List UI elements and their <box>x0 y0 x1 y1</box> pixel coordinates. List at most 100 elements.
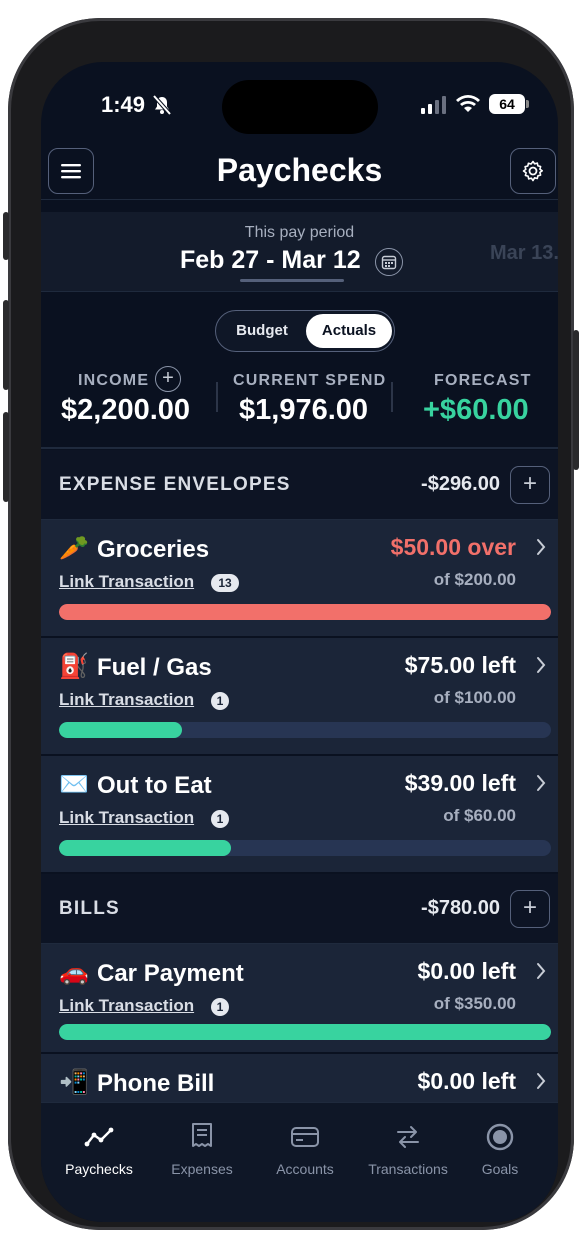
progress-fill <box>59 722 182 738</box>
chevron-right-icon <box>537 657 546 673</box>
current-spend-value: $1,976.00 <box>239 394 369 426</box>
progress-bar <box>59 722 551 738</box>
bill-budget: of $350.00 <box>433 994 516 1013</box>
period-label: This pay period <box>244 224 355 241</box>
volume-down-button <box>3 412 9 502</box>
wifi-icon <box>455 94 481 119</box>
link-transaction-button[interactable]: Link Transaction <box>59 996 194 1016</box>
dynamic-island <box>222 80 378 134</box>
tab-label: Transactions <box>368 1161 448 1177</box>
tab-bar: Paychecks Expenses Accounts Transactions <box>41 1102 558 1222</box>
tab-goals[interactable]: Goals <box>450 1117 550 1177</box>
progress-bar <box>59 1024 551 1040</box>
toggle-budget[interactable]: Budget <box>219 314 305 348</box>
receipt-icon <box>152 1117 252 1157</box>
tab-label: Accounts <box>276 1161 334 1177</box>
chevron-right-icon <box>537 775 546 791</box>
bell-muted-icon <box>151 94 173 121</box>
period-indicator <box>240 279 344 282</box>
add-income-button[interactable]: + <box>155 366 181 392</box>
current-spend-label: CURRENT SPEND <box>233 372 387 389</box>
toggle-actuals[interactable]: Actuals <box>306 314 392 348</box>
carrot-icon: 🥕 <box>59 535 89 562</box>
bill-status: $0.00 left <box>417 958 516 984</box>
cellular-signal-icon <box>421 96 447 119</box>
target-icon <box>450 1117 550 1157</box>
app-screen: 1:49 64 Paychecks This pay period Feb 27… <box>41 62 558 1222</box>
envelope-status: $50.00 over <box>390 534 516 560</box>
add-bill-button[interactable]: + <box>510 890 550 928</box>
tab-transactions[interactable]: Transactions <box>358 1117 458 1177</box>
view-toggle: Budget Actuals <box>215 310 395 352</box>
add-envelope-button[interactable]: + <box>510 466 550 504</box>
envelope-name: Fuel / Gas <box>97 654 212 681</box>
link-transaction-button[interactable]: Link Transaction <box>59 690 194 710</box>
divider <box>216 382 218 412</box>
chevron-right-icon <box>537 539 546 555</box>
bills-header: BILLS -$780.00 + <box>41 874 558 944</box>
transaction-count-badge: 1 <box>211 810 229 828</box>
section-total: -$296.00 <box>421 473 500 495</box>
transaction-count-badge: 1 <box>211 998 229 1016</box>
envelope-row-out-to-eat[interactable]: ✉️ Out to Eat $39.00 left Link Transacti… <box>41 756 558 874</box>
calendar-icon[interactable] <box>375 248 403 276</box>
envelope-row-groceries[interactable]: 🥕 Groceries $50.00 over Link Transaction… <box>41 520 558 638</box>
car-icon: 🚗 <box>59 959 89 986</box>
expense-envelopes-header: EXPENSE ENVELOPES -$296.00 + <box>41 450 558 520</box>
bill-row-car-payment[interactable]: 🚗 Car Payment $0.00 left Link Transactio… <box>41 944 558 1054</box>
volume-up-button <box>3 300 9 390</box>
tab-label: Goals <box>481 1161 519 1177</box>
bill-row-phone-bill[interactable]: 📲 Phone Bill $0.00 left <box>41 1054 558 1102</box>
chevron-right-icon <box>537 1073 546 1089</box>
bill-status: $0.00 left <box>417 1068 516 1094</box>
envelope-status: $75.00 left <box>404 652 516 678</box>
page-title: Paychecks <box>216 152 383 188</box>
status-bar: 1:49 64 <box>41 62 558 142</box>
section-total: -$780.00 <box>421 897 500 919</box>
next-period-preview[interactable]: Mar 13... <box>490 242 558 265</box>
forecast-label: FORECAST <box>434 372 532 389</box>
battery-icon: 64 <box>489 94 529 114</box>
chevron-right-icon <box>537 963 546 979</box>
bill-name: Car Payment <box>97 960 244 987</box>
income-label: INCOME <box>78 372 150 389</box>
app-header: Paychecks <box>41 142 558 200</box>
transaction-count-badge: 13 <box>211 574 239 592</box>
section-title: EXPENSE ENVELOPES <box>59 474 291 495</box>
chart-line-icon <box>49 1117 149 1157</box>
envelope-status: $39.00 left <box>404 770 516 796</box>
envelope-budget: of $60.00 <box>443 806 516 825</box>
power-button <box>573 330 579 470</box>
envelope-budget: of $200.00 <box>433 570 516 589</box>
envelope-budget: of $100.00 <box>433 688 516 707</box>
progress-fill <box>59 1024 551 1040</box>
forecast-value: +$60.00 <box>423 394 529 426</box>
tab-paychecks[interactable]: Paychecks <box>49 1117 149 1177</box>
progress-fill <box>59 604 551 620</box>
card-icon <box>255 1117 355 1157</box>
settings-button[interactable] <box>510 148 556 194</box>
progress-fill <box>59 840 232 856</box>
status-time: 1:49 <box>101 92 146 117</box>
section-title: BILLS <box>59 898 120 919</box>
link-transaction-button[interactable]: Link Transaction <box>59 572 194 592</box>
summary-panel: Budget Actuals INCOME + $2,200.00 CURREN… <box>41 293 558 449</box>
link-transaction-button[interactable]: Link Transaction <box>59 808 194 828</box>
envelope-icon: ✉️ <box>59 771 89 798</box>
tab-accounts[interactable]: Accounts <box>255 1117 355 1177</box>
tab-expenses[interactable]: Expenses <box>152 1117 252 1177</box>
gear-icon <box>522 160 543 182</box>
progress-bar <box>59 840 551 856</box>
income-value: $2,200.00 <box>61 394 191 426</box>
pay-period-selector[interactable]: This pay period Feb 27 - Mar 12 Mar 13..… <box>41 212 558 292</box>
envelope-name: Groceries <box>97 536 210 563</box>
envelope-name: Out to Eat <box>97 772 212 799</box>
divider <box>391 382 393 412</box>
action-button <box>3 212 9 260</box>
envelope-row-fuel-gas[interactable]: ⛽ Fuel / Gas $75.00 left Link Transactio… <box>41 638 558 756</box>
period-dates: Feb 27 - Mar 12 <box>180 246 361 274</box>
phone-icon: 📲 <box>59 1069 89 1096</box>
transaction-count-badge: 1 <box>211 692 229 710</box>
swap-arrows-icon <box>358 1117 458 1157</box>
tab-label: Paychecks <box>65 1161 133 1177</box>
